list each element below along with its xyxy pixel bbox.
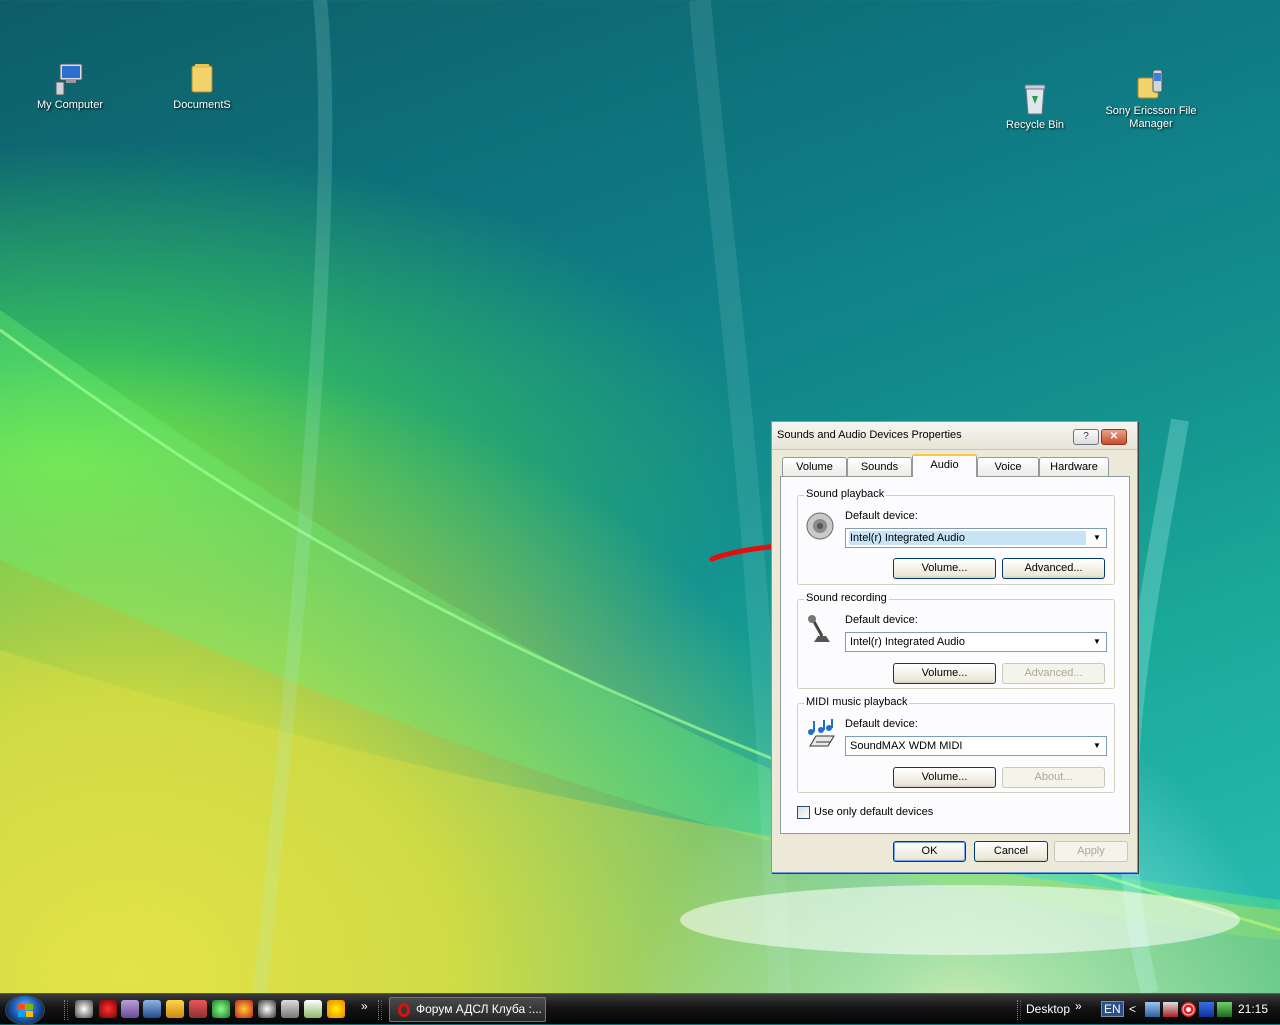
network-icon[interactable] [1145, 1002, 1160, 1017]
checkbox-box[interactable] [797, 806, 810, 819]
chevron-down-icon[interactable]: ▼ [1089, 634, 1105, 650]
apply-button: Apply [1054, 841, 1128, 862]
sound-properties-dialog: Sounds and Audio Devices Properties ? ✕ … [771, 421, 1138, 873]
ok-button[interactable]: OK [893, 841, 966, 862]
quicklaunch-icon[interactable] [304, 1000, 322, 1018]
quicklaunch-icon[interactable] [189, 1000, 207, 1018]
language-indicator[interactable]: EN [1101, 1001, 1124, 1017]
group-label: MIDI music playback [804, 696, 910, 708]
tab-audio[interactable]: Audio [912, 454, 977, 477]
speaker-icon [804, 510, 836, 542]
tab-voice[interactable]: Voice [977, 457, 1039, 476]
dialog-title: Sounds and Audio Devices Properties [777, 429, 962, 441]
icq-icon[interactable] [212, 1000, 230, 1018]
quicklaunch-icon[interactable] [281, 1000, 299, 1018]
quicklaunch-icon[interactable] [258, 1000, 276, 1018]
toolbar-grip[interactable] [1017, 1000, 1021, 1020]
midi-volume-button[interactable]: Volume... [893, 767, 996, 788]
close-button[interactable]: ✕ [1101, 429, 1127, 445]
toolbar-grip[interactable] [64, 1000, 68, 1020]
quicklaunch-more-chevron[interactable]: » [361, 999, 368, 1013]
help-button[interactable]: ? [1073, 429, 1099, 445]
clock[interactable]: 21:15 [1238, 1002, 1268, 1016]
desktop-icon-label: Recycle Bin [1005, 119, 1065, 131]
quicklaunch-icon[interactable] [235, 1000, 253, 1018]
midi-device-select[interactable]: SoundMAX WDM MIDI ▼ [845, 736, 1107, 756]
antivirus-icon[interactable] [1181, 1002, 1196, 1017]
tab-hardware[interactable]: Hardware [1039, 457, 1109, 476]
taskbar-window-button[interactable]: Форум АДСЛ Клуба :... [389, 997, 546, 1022]
taskbar: » Форум АДСЛ Клуба :... Desktop » EN < 2… [0, 993, 1280, 1025]
microphone-icon [804, 614, 836, 646]
quicklaunch-icon[interactable] [143, 1000, 161, 1018]
chevron-down-icon[interactable]: ▼ [1089, 530, 1105, 546]
media-player-icon[interactable] [1199, 1002, 1214, 1017]
playback-device-select[interactable]: Intel(r) Integrated Audio ▼ [845, 528, 1107, 548]
tab-sounds[interactable]: Sounds [847, 457, 912, 476]
recycle-bin-icon [1017, 82, 1053, 116]
phone-folder-icon [1133, 68, 1169, 102]
desktop-icon-label: Sony Ericsson File Manager [1105, 105, 1197, 130]
toolbar-grip[interactable] [378, 1000, 382, 1020]
dialog-titlebar[interactable]: Sounds and Audio Devices Properties ? ✕ [772, 422, 1137, 450]
quicklaunch-icon[interactable] [327, 1000, 345, 1018]
task-label: Форум АДСЛ Клуба :... [416, 1002, 542, 1016]
recording-volume-button[interactable]: Volume... [893, 663, 996, 684]
desktop-toolbar-label[interactable]: Desktop [1026, 1002, 1070, 1016]
sound-playback-group: Sound playback Default device: Intel(r) … [797, 488, 1115, 585]
opera-icon [398, 1003, 410, 1017]
selected-value: SoundMAX WDM MIDI [850, 740, 963, 752]
recording-advanced-button: Advanced... [1002, 663, 1105, 684]
midi-about-button: About... [1002, 767, 1105, 788]
desktop-toolbar-more[interactable]: » [1075, 999, 1082, 1013]
selected-value: Intel(r) Integrated Audio [849, 531, 1086, 545]
default-device-label: Default device: [845, 510, 918, 522]
opera-icon[interactable] [99, 1000, 117, 1018]
default-device-label: Default device: [845, 718, 918, 730]
desktop-icon-label: My Computer [36, 99, 104, 111]
folder-icon [184, 62, 220, 96]
quicklaunch-icon[interactable] [75, 1000, 93, 1018]
windows-flag-icon [18, 1004, 33, 1017]
group-label: Sound recording [804, 592, 889, 604]
desktop-icon-recycle-bin[interactable]: Recycle Bin [985, 82, 1085, 132]
tab-volume[interactable]: Volume [782, 457, 847, 476]
computer-icon [52, 62, 88, 96]
quicklaunch-icon[interactable] [166, 1000, 184, 1018]
desktop-icon-label: DocumentS [173, 99, 231, 111]
start-button[interactable] [5, 995, 45, 1025]
audio-tab-panel: Sound playback Default device: Intel(r) … [780, 476, 1130, 834]
quicklaunch-icon[interactable] [121, 1000, 139, 1018]
safely-remove-icon[interactable] [1163, 1002, 1178, 1017]
midi-playback-group: MIDI music playback Default device: Soun… [797, 696, 1115, 793]
desktop-icon-my-computer[interactable]: My Computer [20, 62, 120, 112]
selected-value: Intel(r) Integrated Audio [850, 636, 965, 648]
desktop-icon-sony-ericsson[interactable]: Sony Ericsson File Manager [1101, 68, 1201, 131]
recording-device-select[interactable]: Intel(r) Integrated Audio ▼ [845, 632, 1107, 652]
cancel-button[interactable]: Cancel [974, 841, 1048, 862]
playback-advanced-button[interactable]: Advanced... [1002, 558, 1105, 579]
sound-recording-group: Sound recording Default device: Intel(r)… [797, 592, 1115, 689]
tray-app-icon[interactable] [1217, 1002, 1232, 1017]
tray-expand-chevron[interactable]: < [1129, 1002, 1136, 1016]
chevron-down-icon[interactable]: ▼ [1089, 738, 1105, 754]
checkbox-label[interactable]: Use only default devices [814, 806, 933, 818]
music-notes-icon [804, 718, 836, 750]
default-device-label: Default device: [845, 614, 918, 626]
group-label: Sound playback [804, 488, 887, 500]
playback-volume-button[interactable]: Volume... [893, 558, 996, 579]
desktop-icon-documents[interactable]: DocumentS [152, 62, 252, 112]
